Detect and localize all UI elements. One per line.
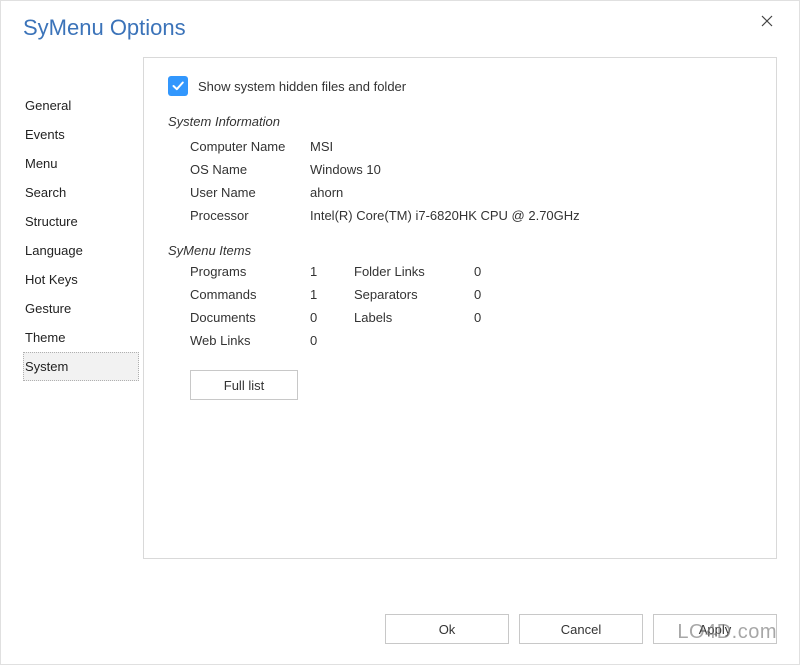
- item-label-programs: Programs: [190, 264, 300, 279]
- close-button[interactable]: [751, 9, 783, 33]
- sidebar-item-search[interactable]: Search: [23, 178, 139, 207]
- sidebar-item-structure[interactable]: Structure: [23, 207, 139, 236]
- info-label-computer: Computer Name: [190, 139, 310, 154]
- item-label-separators: Separators: [354, 287, 464, 302]
- apply-button[interactable]: Apply: [653, 614, 777, 644]
- item-value-commands: 1: [310, 287, 344, 302]
- item-value-documents: 0: [310, 310, 344, 325]
- cancel-button[interactable]: Cancel: [519, 614, 643, 644]
- info-label-user: User Name: [190, 185, 310, 200]
- sidebar-item-events[interactable]: Events: [23, 120, 139, 149]
- close-icon: [761, 15, 773, 27]
- symenu-items-grid: Programs 1 Folder Links 0 Commands 1 Sep…: [168, 264, 756, 348]
- sidebar-item-system[interactable]: System: [23, 352, 139, 381]
- info-row: OS Name Windows 10: [190, 158, 756, 181]
- info-value-processor: Intel(R) Core(TM) i7-6820HK CPU @ 2.70GH…: [310, 208, 580, 223]
- info-row: Processor Intel(R) Core(TM) i7-6820HK CP…: [190, 204, 756, 227]
- dialog-body: General Events Menu Search Structure Lan…: [1, 57, 799, 559]
- sidebar-item-hotkeys[interactable]: Hot Keys: [23, 265, 139, 294]
- full-list-button[interactable]: Full list: [190, 370, 298, 400]
- info-label-processor: Processor: [190, 208, 310, 223]
- sidebar-item-gesture[interactable]: Gesture: [23, 294, 139, 323]
- sidebar-item-general[interactable]: General: [23, 91, 139, 120]
- info-value-os: Windows 10: [310, 162, 381, 177]
- ok-button[interactable]: Ok: [385, 614, 509, 644]
- item-value-programs: 1: [310, 264, 344, 279]
- system-info-header: System Information: [168, 114, 756, 129]
- sidebar: General Events Menu Search Structure Lan…: [23, 57, 139, 559]
- show-hidden-checkbox[interactable]: [168, 76, 188, 96]
- item-value-folderlinks: 0: [474, 264, 508, 279]
- info-label-os: OS Name: [190, 162, 310, 177]
- item-value-separators: 0: [474, 287, 508, 302]
- info-value-computer: MSI: [310, 139, 333, 154]
- item-label-weblinks: Web Links: [190, 333, 300, 348]
- full-list-label: Full list: [224, 378, 264, 393]
- dialog-button-row: Ok Cancel Apply: [385, 614, 777, 644]
- check-icon: [171, 79, 185, 93]
- sidebar-item-language[interactable]: Language: [23, 236, 139, 265]
- sidebar-item-theme[interactable]: Theme: [23, 323, 139, 352]
- info-row: Computer Name MSI: [190, 135, 756, 158]
- item-label-documents: Documents: [190, 310, 300, 325]
- show-hidden-row: Show system hidden files and folder: [168, 76, 756, 96]
- dialog-title: SyMenu Options: [23, 15, 799, 41]
- show-hidden-label: Show system hidden files and folder: [198, 79, 406, 94]
- dialog-window: SyMenu Options General Events Menu Searc…: [0, 0, 800, 665]
- settings-panel: Show system hidden files and folder Syst…: [143, 57, 777, 559]
- info-row: User Name ahorn: [190, 181, 756, 204]
- item-label-labels: Labels: [354, 310, 464, 325]
- item-label-folderlinks: Folder Links: [354, 264, 464, 279]
- item-label-commands: Commands: [190, 287, 300, 302]
- symenu-items-header: SyMenu Items: [168, 243, 756, 258]
- item-value-labels: 0: [474, 310, 508, 325]
- titlebar: SyMenu Options: [1, 1, 799, 57]
- sidebar-item-menu[interactable]: Menu: [23, 149, 139, 178]
- item-value-weblinks: 0: [310, 333, 344, 348]
- info-value-user: ahorn: [310, 185, 343, 200]
- system-info-grid: Computer Name MSI OS Name Windows 10 Use…: [168, 135, 756, 227]
